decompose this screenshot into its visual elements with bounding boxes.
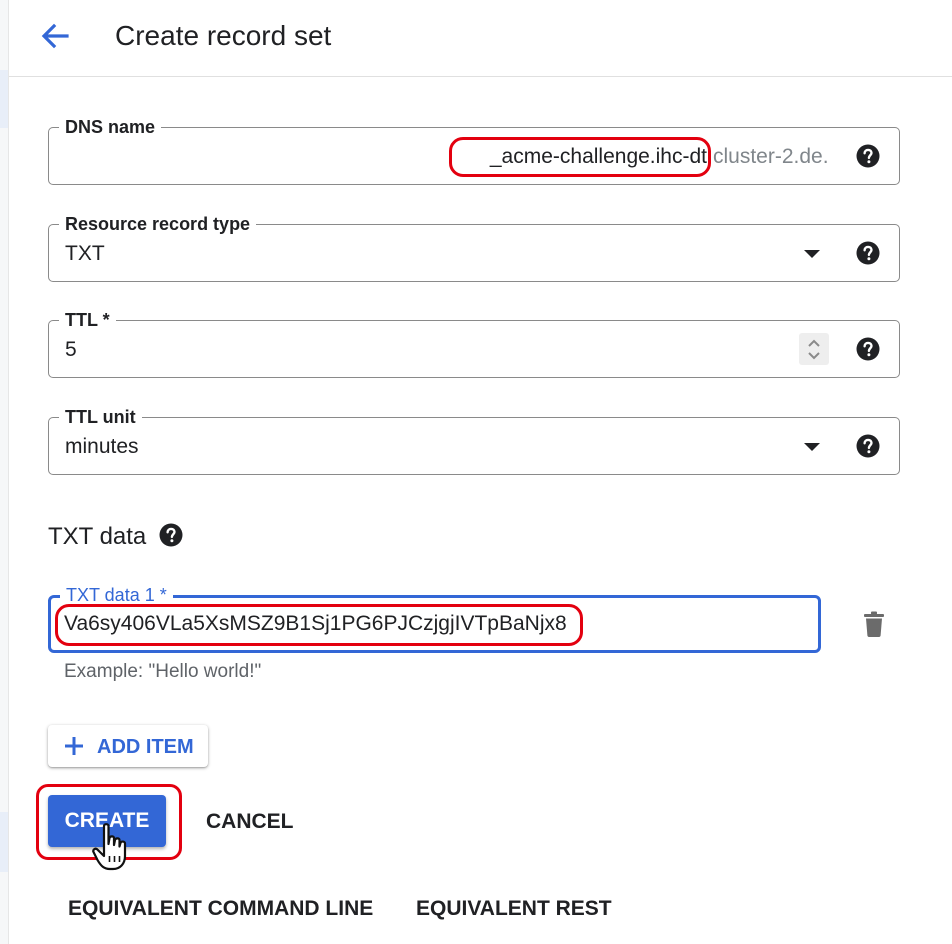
help-icon[interactable] [856, 337, 880, 361]
help-icon[interactable] [856, 434, 880, 458]
txt-data-title: TXT data [48, 523, 147, 550]
add-item-button[interactable]: ADD ITEM [48, 725, 208, 767]
help-icon[interactable] [856, 241, 880, 265]
left-nav-highlight [0, 70, 8, 128]
help-icon[interactable] [159, 523, 183, 547]
annotation-highlight-dns [449, 137, 711, 177]
txt-data-section-title: TXT data [48, 520, 183, 552]
equivalent-rest-button[interactable]: EQUIVALENT REST [416, 896, 612, 922]
record-type-select[interactable]: Resource record type TXT [48, 213, 900, 282]
equivalent-command-line-button[interactable]: EQUIVALENT COMMAND LINE [68, 896, 373, 922]
hand-cursor-icon [92, 823, 127, 871]
ttl-input[interactable]: 5 [65, 336, 77, 364]
txt-data-1-label: TXT data 1 * [60, 584, 173, 606]
ttl-label: TTL * [59, 309, 116, 331]
trash-icon[interactable] [862, 611, 886, 637]
record-type-value: TXT [65, 242, 105, 265]
left-nav-highlight [0, 812, 8, 872]
page-title: Create record set [115, 20, 332, 51]
dropdown-caret-icon[interactable] [804, 443, 820, 451]
ttl-stepper[interactable] [799, 333, 829, 365]
cancel-button[interactable]: CANCEL [206, 809, 294, 835]
stepper-up-icon[interactable] [806, 337, 822, 349]
dns-name-suffix: cluster-2.de. [713, 145, 829, 168]
txt-data-hint: Example: "Hello world!" [64, 661, 262, 682]
ttl-field[interactable]: TTL * 5 [48, 309, 900, 378]
ttl-unit-select[interactable]: TTL unit minutes [48, 406, 900, 475]
back-button[interactable] [37, 18, 73, 54]
plus-icon [65, 737, 83, 755]
help-icon[interactable] [856, 144, 880, 168]
page-header: Create record set [9, 0, 952, 77]
add-item-label: ADD ITEM [97, 736, 194, 758]
dropdown-caret-icon[interactable] [804, 250, 820, 258]
stepper-down-icon[interactable] [806, 350, 822, 362]
annotation-highlight-txt [55, 604, 583, 646]
ttl-unit-value: minutes [65, 435, 139, 458]
record-type-label: Resource record type [59, 213, 257, 235]
ttl-unit-label: TTL unit [59, 406, 142, 428]
left-nav-strip [0, 0, 9, 944]
dns-name-label: DNS name [59, 116, 162, 138]
back-arrow-icon [41, 23, 69, 49]
